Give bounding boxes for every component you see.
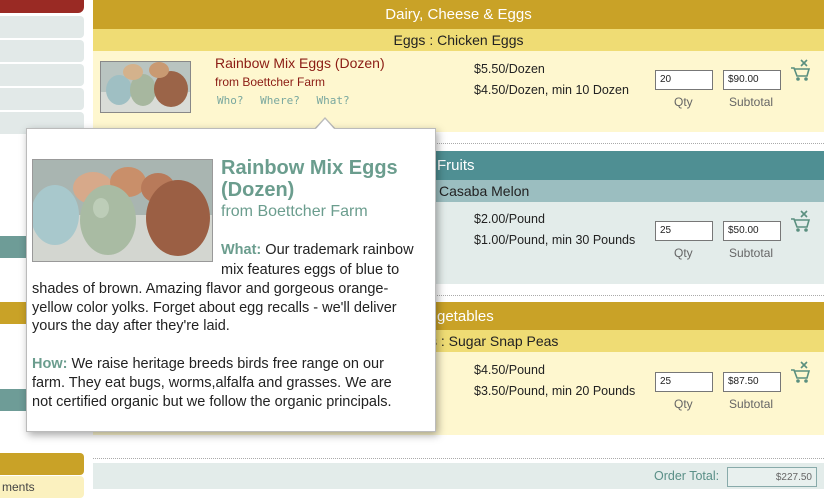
subtotal-label: Subtotal: [729, 246, 774, 260]
eggs-image: [33, 160, 212, 261]
popup-what-line: What: Our trademark rainbow: [221, 241, 414, 260]
bulk-price: $1.00/Pound, min 30 Pounds: [474, 233, 636, 247]
divider: [93, 458, 824, 459]
quantity-input[interactable]: 25: [655, 221, 713, 241]
qty-label: Qty: [674, 95, 693, 109]
product-name[interactable]: Rainbow Mix Eggs (Dozen): [215, 55, 385, 71]
quantity-input[interactable]: 25: [655, 372, 713, 392]
popup-text: We raise heritage breeds birds free rang…: [71, 356, 384, 372]
subtotal-label: Subtotal: [729, 95, 774, 109]
popup-pointer-inner: [315, 119, 335, 130]
remove-from-cart-icon[interactable]: [789, 209, 811, 233]
what-link[interactable]: What?: [317, 94, 350, 107]
popup-text: not certified organic but we follow the …: [32, 394, 392, 410]
product-row: [93, 51, 824, 132]
order-total-label: Order Total:: [654, 469, 720, 483]
unit-price: $5.50/Dozen: [474, 62, 545, 76]
remove-from-cart-icon[interactable]: [789, 360, 811, 384]
sidebar-header: [0, 0, 84, 13]
how-label: How:: [32, 356, 68, 372]
popup-farm: from Boettcher Farm: [221, 203, 368, 220]
product-info-links: Who? Where? What?: [217, 94, 360, 107]
unit-price: $2.00/Pound: [474, 212, 545, 226]
bulk-price: $3.50/Pound, min 20 Pounds: [474, 384, 636, 398]
subtotal-field: $50.00: [723, 221, 781, 241]
popup-text: yellow color yolks. Forget about egg rec…: [32, 300, 397, 316]
popup-title: Rainbow Mix Eggs (Dozen): [221, 157, 398, 201]
subtotal-field: $90.00: [723, 70, 781, 90]
sidebar-item[interactable]: [0, 16, 84, 38]
sidebar-item-label: ments: [2, 480, 35, 494]
eggs-image: [101, 62, 190, 112]
sidebar-item[interactable]: ments: [0, 476, 84, 498]
sidebar-item[interactable]: [0, 88, 84, 110]
sidebar-item[interactable]: [0, 453, 84, 475]
popup-text: shades of brown. Amazing flavor and gorg…: [32, 281, 389, 297]
bulk-price: $4.50/Dozen, min 10 Dozen: [474, 83, 629, 97]
unit-price: $4.50/Pound: [474, 363, 545, 377]
where-link[interactable]: Where?: [260, 94, 300, 107]
product-farm[interactable]: from Boettcher Farm: [215, 75, 325, 89]
subtotal-field: $87.50: [723, 372, 781, 392]
popup-text: yours the day after they're laid.: [32, 318, 230, 334]
popup-text: mix features eggs of blue to: [221, 262, 400, 278]
product-thumbnail[interactable]: [100, 61, 191, 113]
qty-label: Qty: [674, 397, 693, 411]
subtotal-label: Subtotal: [729, 397, 774, 411]
category-header: Dairy, Cheese & Eggs: [93, 0, 824, 29]
subcategory-header: Eggs : Chicken Eggs: [93, 29, 824, 51]
order-total-field: $227.50: [727, 467, 817, 487]
sidebar-item[interactable]: [0, 40, 84, 62]
popup-how-line: How: We raise heritage breeds birds free…: [32, 355, 384, 374]
popup-text: farm. They eat bugs, worms,alfalfa and g…: [32, 375, 392, 391]
qty-label: Qty: [674, 246, 693, 260]
popup-eggs-image: [32, 159, 213, 262]
popup-text: Our trademark rainbow: [265, 242, 414, 258]
remove-from-cart-icon[interactable]: [789, 58, 811, 82]
who-link[interactable]: Who?: [217, 94, 244, 107]
sidebar-item[interactable]: [0, 64, 84, 86]
quantity-input[interactable]: 20: [655, 70, 713, 90]
what-label: What:: [221, 242, 262, 258]
